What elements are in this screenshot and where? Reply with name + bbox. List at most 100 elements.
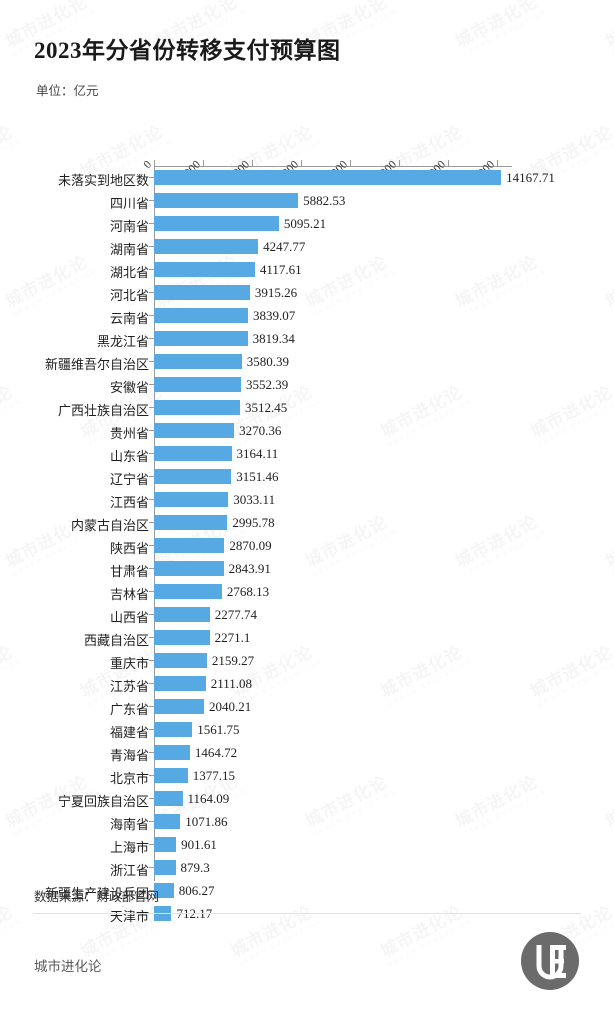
bar[interactable] — [154, 262, 255, 277]
bar-row[interactable]: 江西省 3033.11 — [0, 489, 614, 512]
bar[interactable] — [154, 653, 207, 668]
category-label: 青海省 — [109, 748, 149, 763]
bar-row[interactable]: 山东省 3164.11 — [0, 443, 614, 466]
bar[interactable] — [154, 239, 259, 254]
page-title: 2023年分省份转移支付预算图 — [34, 38, 341, 63]
category-label: 北京市 — [109, 771, 149, 786]
category-label: 内蒙古自治区 — [70, 518, 149, 533]
bar-row[interactable]: 宁夏回族自治区 1164.09 — [0, 788, 614, 811]
category-label: 未落实到地区数 — [57, 173, 149, 188]
x-axis-tick — [301, 160, 302, 166]
category-label: 四川省 — [109, 196, 149, 211]
bar-row[interactable]: 吉林省 2768.13 — [0, 581, 614, 604]
bar-row[interactable]: 上海市 901.61 — [0, 834, 614, 857]
category-label: 河北省 — [109, 288, 149, 303]
bar[interactable] — [154, 814, 181, 829]
bar-value-label: 3512.45 — [245, 400, 288, 415]
bar[interactable] — [154, 216, 279, 231]
bar-row[interactable]: 陕西省 2870.09 — [0, 535, 614, 558]
chart-page: 城市进化论URBAN EVOLUTION城市进化论URBAN EVOLUTION… — [0, 0, 614, 1024]
category-label: 云南省 — [109, 311, 149, 326]
bar[interactable] — [154, 538, 225, 553]
bar-value-label: 3270.36 — [239, 423, 282, 438]
bar[interactable] — [154, 400, 241, 415]
bar-row[interactable]: 湖北省 4117.61 — [0, 259, 614, 282]
bar[interactable] — [154, 860, 176, 875]
bar-row[interactable]: 北京市 1377.15 — [0, 765, 614, 788]
bar-row[interactable]: 甘肃省 2843.91 — [0, 558, 614, 581]
bar-value-label: 3839.07 — [253, 308, 296, 323]
category-label: 陕西省 — [109, 541, 149, 556]
bar-row[interactable]: 新疆维吾尔自治区 3580.39 — [0, 351, 614, 374]
bar-row[interactable]: 海南省 1071.86 — [0, 811, 614, 834]
category-label: 吉林省 — [109, 587, 149, 602]
category-label: 浙江省 — [109, 863, 149, 878]
bar[interactable] — [154, 308, 249, 323]
bar[interactable] — [154, 377, 242, 392]
bar-row[interactable]: 天津市 712.17 — [0, 903, 614, 926]
bar-value-label: 712.17 — [176, 906, 213, 921]
bar[interactable] — [154, 331, 248, 346]
bar[interactable] — [154, 837, 177, 852]
bar-value-label: 1071.86 — [185, 814, 228, 829]
bar[interactable] — [154, 285, 250, 300]
bar-value-label: 1164.09 — [187, 791, 230, 806]
bar[interactable] — [154, 676, 206, 691]
bar-value-label: 5095.21 — [283, 216, 327, 231]
bar[interactable] — [154, 791, 183, 806]
bar-row[interactable]: 云南省 3839.07 — [0, 305, 614, 328]
bar-row[interactable]: 黑龙江省 3819.34 — [0, 328, 614, 351]
bar[interactable] — [154, 607, 210, 622]
bar[interactable] — [154, 768, 188, 783]
bar-value-label: 2040.21 — [208, 699, 252, 714]
bar-row[interactable]: 四川省 5882.53 — [0, 190, 614, 213]
bar[interactable] — [154, 584, 222, 599]
ue-logo-icon — [521, 932, 579, 990]
bar-value-label: 901.61 — [181, 837, 217, 852]
bar-value-label: 14167.71 — [506, 170, 555, 185]
bar-row[interactable]: 河南省 5095.21 — [0, 213, 614, 236]
bar-row[interactable]: 青海省 1464.72 — [0, 742, 614, 765]
bar-value-label: 2271.1 — [214, 630, 251, 645]
bar-value-label: 2870.09 — [229, 538, 272, 553]
bar-row[interactable]: 山西省 2277.74 — [0, 604, 614, 627]
bar-row[interactable]: 重庆市 2159.27 — [0, 650, 614, 673]
category-label: 河南省 — [109, 219, 149, 234]
bar[interactable] — [154, 745, 190, 760]
bar-row[interactable]: 西藏自治区 2271.1 — [0, 627, 614, 650]
bar[interactable] — [154, 170, 502, 185]
bar[interactable] — [154, 492, 229, 507]
category-label: 安徽省 — [109, 380, 149, 395]
bar[interactable] — [154, 515, 228, 530]
bar[interactable] — [154, 561, 224, 576]
category-label: 上海市 — [109, 840, 149, 855]
bar-value-label: 2843.91 — [228, 561, 271, 576]
bar-row[interactable]: 未落实到地区数 14167.71 — [0, 167, 614, 190]
bar[interactable] — [154, 193, 299, 208]
bar[interactable] — [154, 722, 193, 737]
bar-row[interactable]: 辽宁省 3151.46 — [0, 466, 614, 489]
bar-row[interactable]: 福建省 1561.75 — [0, 719, 614, 742]
bar-row[interactable]: 河北省 3915.26 — [0, 282, 614, 305]
bar-row[interactable]: 内蒙古自治区 2995.78 — [0, 512, 614, 535]
bar-row[interactable]: 贵州省 3270.36 — [0, 420, 614, 443]
bar-row[interactable]: 广西壮族自治区 3512.45 — [0, 397, 614, 420]
bar[interactable] — [154, 446, 232, 461]
bar[interactable] — [154, 469, 232, 484]
bar-row[interactable]: 安徽省 3552.39 — [0, 374, 614, 397]
bar[interactable] — [154, 699, 204, 714]
bar-value-label: 4247.77 — [263, 239, 306, 254]
bar-row[interactable]: 浙江省 879.3 — [0, 857, 614, 880]
bar-row[interactable]: 江苏省 2111.08 — [0, 673, 614, 696]
bar[interactable] — [154, 354, 242, 369]
bar-value-label: 879.3 — [180, 860, 210, 875]
bar-value-label: 1377.15 — [192, 768, 235, 783]
bar-row[interactable]: 湖南省 4247.77 — [0, 236, 614, 259]
category-label: 新疆维吾尔自治区 — [44, 357, 149, 372]
category-label: 湖北省 — [109, 265, 149, 280]
bar[interactable] — [154, 423, 235, 438]
bar-value-label: 2111.08 — [210, 676, 253, 691]
bar[interactable] — [154, 630, 210, 645]
bar-row[interactable]: 广东省 2040.21 — [0, 696, 614, 719]
brand-name: 城市进化论 — [34, 959, 102, 974]
